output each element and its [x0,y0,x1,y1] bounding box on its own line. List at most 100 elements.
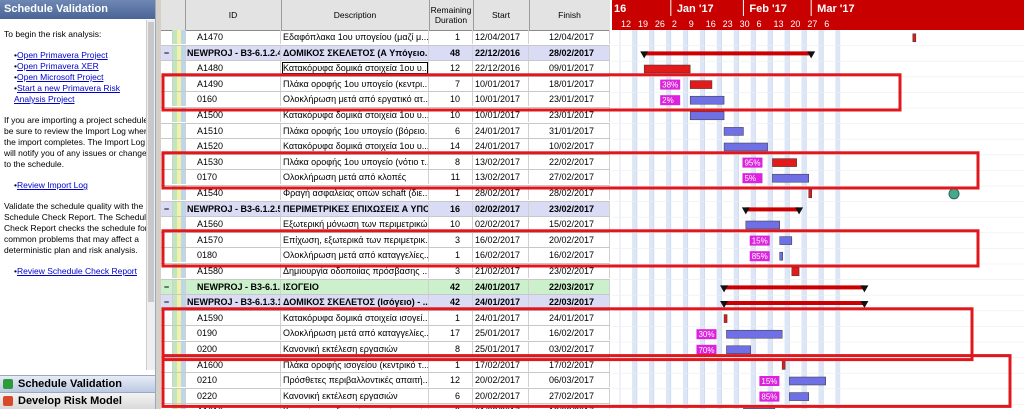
cell-start[interactable]: 24/01/2017 [473,139,529,154]
cell-finish[interactable]: 18/01/2017 [529,76,610,91]
cell-id[interactable]: A1560 [185,217,281,232]
cell-description[interactable]: Πλάκα οροφής 1ου υπογείο (κεντρι... [281,76,429,91]
cell-id[interactable]: 0180 [185,248,281,263]
col-header-id[interactable]: ID [185,0,282,30]
col-header-start[interactable]: Start [473,0,530,30]
cell-id[interactable]: A1570 [185,232,281,247]
cell-finish[interactable]: 09/01/2017 [529,61,610,76]
cell-id[interactable]: NEWPROJ - B3-6.1.3 [185,279,281,294]
cell-start[interactable]: 10/01/2017 [473,76,529,91]
cell-remaining-duration[interactable]: 3 [429,232,473,247]
expand-toggle[interactable] [161,373,173,388]
review-schedule-check-link[interactable]: Review Schedule Check Report [17,266,137,276]
cell-remaining-duration[interactable]: 3 [429,264,473,278]
cell-description[interactable]: Ολοκλήρωση μετά από εργατικό ατ... [281,92,429,107]
cell-start[interactable]: 02/02/2017 [473,217,529,232]
cell-id[interactable]: 0210 [185,373,281,388]
cell-id[interactable]: 0190 [185,326,281,341]
cell-description[interactable]: Εδαφόπλακα 1ου υπογείου (μαζί μ... [281,30,429,44]
table-row[interactable]: 0170 Ολοκλήρωση μετά από κλοπές 11 13/02/20… [161,170,610,186]
table-row[interactable]: A1590 Κατακόρυφα δομικά στοιχεία ισογεί..… [161,310,610,327]
cell-description[interactable]: Κατακόρυφα δομικά στοιχεία ισογεί... [281,404,429,409]
cell-description[interactable]: Ολοκλήρωση μετά από κλοπές [281,170,429,185]
expand-toggle[interactable] [161,310,173,325]
table-row[interactable]: A1480 Κατακόρυφα δομικά στοιχεία 1ου υ...… [161,61,610,77]
table-row[interactable]: A1500 Κατακόρυφα δομικά στοιχεία 1ου υ...… [161,108,610,124]
open-primavera-xer-link[interactable]: Open Primavera XER [17,61,99,71]
cell-remaining-duration[interactable]: 14 [429,139,473,154]
expand-toggle[interactable] [161,404,173,409]
cell-remaining-duration[interactable]: 16 [429,201,473,216]
col-header-description[interactable]: Description [281,0,430,30]
cell-id[interactable]: A1580 [185,264,281,278]
cell-description[interactable]: Κανονική εκτέλεση εργασιών [281,388,429,403]
cell-id[interactable]: NEWPROJ - B3-6.1.2.4 [185,45,281,60]
cell-id[interactable]: 0170 [185,170,281,185]
cell-finish[interactable]: 22/03/2017 [529,279,610,294]
cell-finish[interactable]: 28/02/2017 [529,45,610,60]
cell-remaining-duration[interactable]: 6 [429,123,473,138]
cell-remaining-duration[interactable]: 11 [429,170,473,185]
cell-finish[interactable]: 28/02/2017 [529,186,610,200]
cell-start[interactable]: 13/02/2017 [473,154,529,169]
cell-description[interactable]: Κατακόρυφα δομικά στοιχεία 1ου υ... [281,139,429,154]
cell-remaining-duration[interactable]: 7 [429,76,473,91]
cell-id[interactable]: A1470 [185,30,281,44]
table-row[interactable]: A1610Κατακόρυφα δομικά στοιχεία ισογεί..… [161,404,610,409]
expand-toggle[interactable] [161,170,173,185]
cell-id[interactable]: NEWPROJ - B3-6.1.3.1 [185,295,281,310]
table-row[interactable]: − NEWPROJ - B3-6.1.2.5 ΠΕΡΙΜΕΤΡΙΚΕΣ ΕΠΙΧΩΣ… [161,201,610,218]
table-row[interactable]: A1580 Δημιουργία οδοποιίας πρόσβασης ... 3… [161,264,610,280]
cell-id[interactable]: A1480 [185,61,281,76]
expand-toggle[interactable] [161,357,173,372]
cell-finish[interactable]: 12/04/2017 [529,30,610,44]
cell-remaining-duration[interactable]: 10 [429,217,473,232]
cell-finish[interactable]: 15/02/2017 [529,217,610,232]
cell-remaining-duration[interactable]: 1 [429,248,473,263]
table-row[interactable]: A1570 Επίχωση, εξωτερικά των περιμετρικ..… [161,232,610,249]
cell-description[interactable]: Πρόσθετες περιβαλλοντικές απαιτή... [281,373,429,388]
cell-start[interactable]: 02/02/2017 [473,201,529,216]
cell-description[interactable]: ΙΣΟΓΕΙΟ [281,279,429,294]
cell-remaining-duration[interactable]: 10 [429,108,473,122]
cell-finish[interactable]: 22/03/2017 [529,295,610,310]
cell-start[interactable]: 16/02/2017 [473,248,529,263]
cell-description[interactable]: Επίχωση, εξωτερικά των περιμετρικ... [281,232,429,247]
cell-remaining-duration[interactable]: 12 [429,61,473,76]
table-row[interactable]: − NEWPROJ - B3-6.1.2.4 ΔΟΜΙΚΟΣ ΣΚΕΛΕΤΟΣ (Α… [161,45,610,62]
cell-remaining-duration[interactable]: 42 [429,295,473,310]
cell-finish[interactable]: 22/02/2017 [529,154,610,169]
cell-id[interactable]: A1510 [185,123,281,138]
expand-toggle[interactable] [161,217,173,232]
cell-start[interactable]: 12/04/2017 [473,30,529,44]
cell-id[interactable]: A1530 [185,154,281,169]
cell-start[interactable]: 10/01/2017 [473,108,529,122]
cell-id[interactable]: NEWPROJ - B3-6.1.2.5 [185,201,281,216]
expand-toggle[interactable] [161,154,173,169]
table-row[interactable]: A1600 Πλάκα οροφής ισογείου (κεντρικό τ..… [161,357,610,374]
cell-description[interactable]: Πλάκα οροφής 1ου υπογείο (νότιο τ... [281,154,429,169]
cell-id[interactable]: 0160 [185,92,281,107]
table-row[interactable]: A1560 Εξωτερική μόνωση των περιμετρικώ...… [161,217,610,233]
cell-start[interactable]: 25/01/2017 [473,326,529,341]
cell-finish[interactable]: 27/02/2017 [529,388,610,403]
start-new-project-link[interactable]: Start a new Primavera Risk Analysis Proj… [14,83,120,104]
cell-remaining-duration[interactable]: 9 [429,404,473,409]
cell-remaining-duration[interactable]: 10 [429,92,473,107]
cell-start[interactable]: 13/02/2017 [473,170,529,185]
cell-description[interactable]: Κανονική εκτέλεση εργασιών [281,342,429,356]
nav-develop-risk-model[interactable]: Develop Risk Model [0,392,155,409]
cell-finish[interactable]: 06/03/2017 [529,373,610,388]
cell-remaining-duration[interactable]: 12 [429,373,473,388]
expand-toggle[interactable] [161,108,173,122]
cell-id[interactable]: A1520 [185,139,281,154]
expand-toggle[interactable] [161,388,173,403]
cell-finish[interactable]: 10/02/2017 [529,139,610,154]
cell-description[interactable]: ΔΟΜΙΚΟΣ ΣΚΕΛΕΤΟΣ (Ισόγειο) - ... [281,295,429,310]
cell-id[interactable]: A1590 [185,310,281,325]
review-import-log-link[interactable]: Review Import Log [17,180,88,190]
cell-start[interactable]: 20/02/2017 [473,388,529,403]
cell-remaining-duration[interactable]: 1 [429,310,473,325]
cell-finish[interactable]: 27/02/2017 [529,170,610,185]
cell-finish[interactable]: 31/01/2017 [529,123,610,138]
